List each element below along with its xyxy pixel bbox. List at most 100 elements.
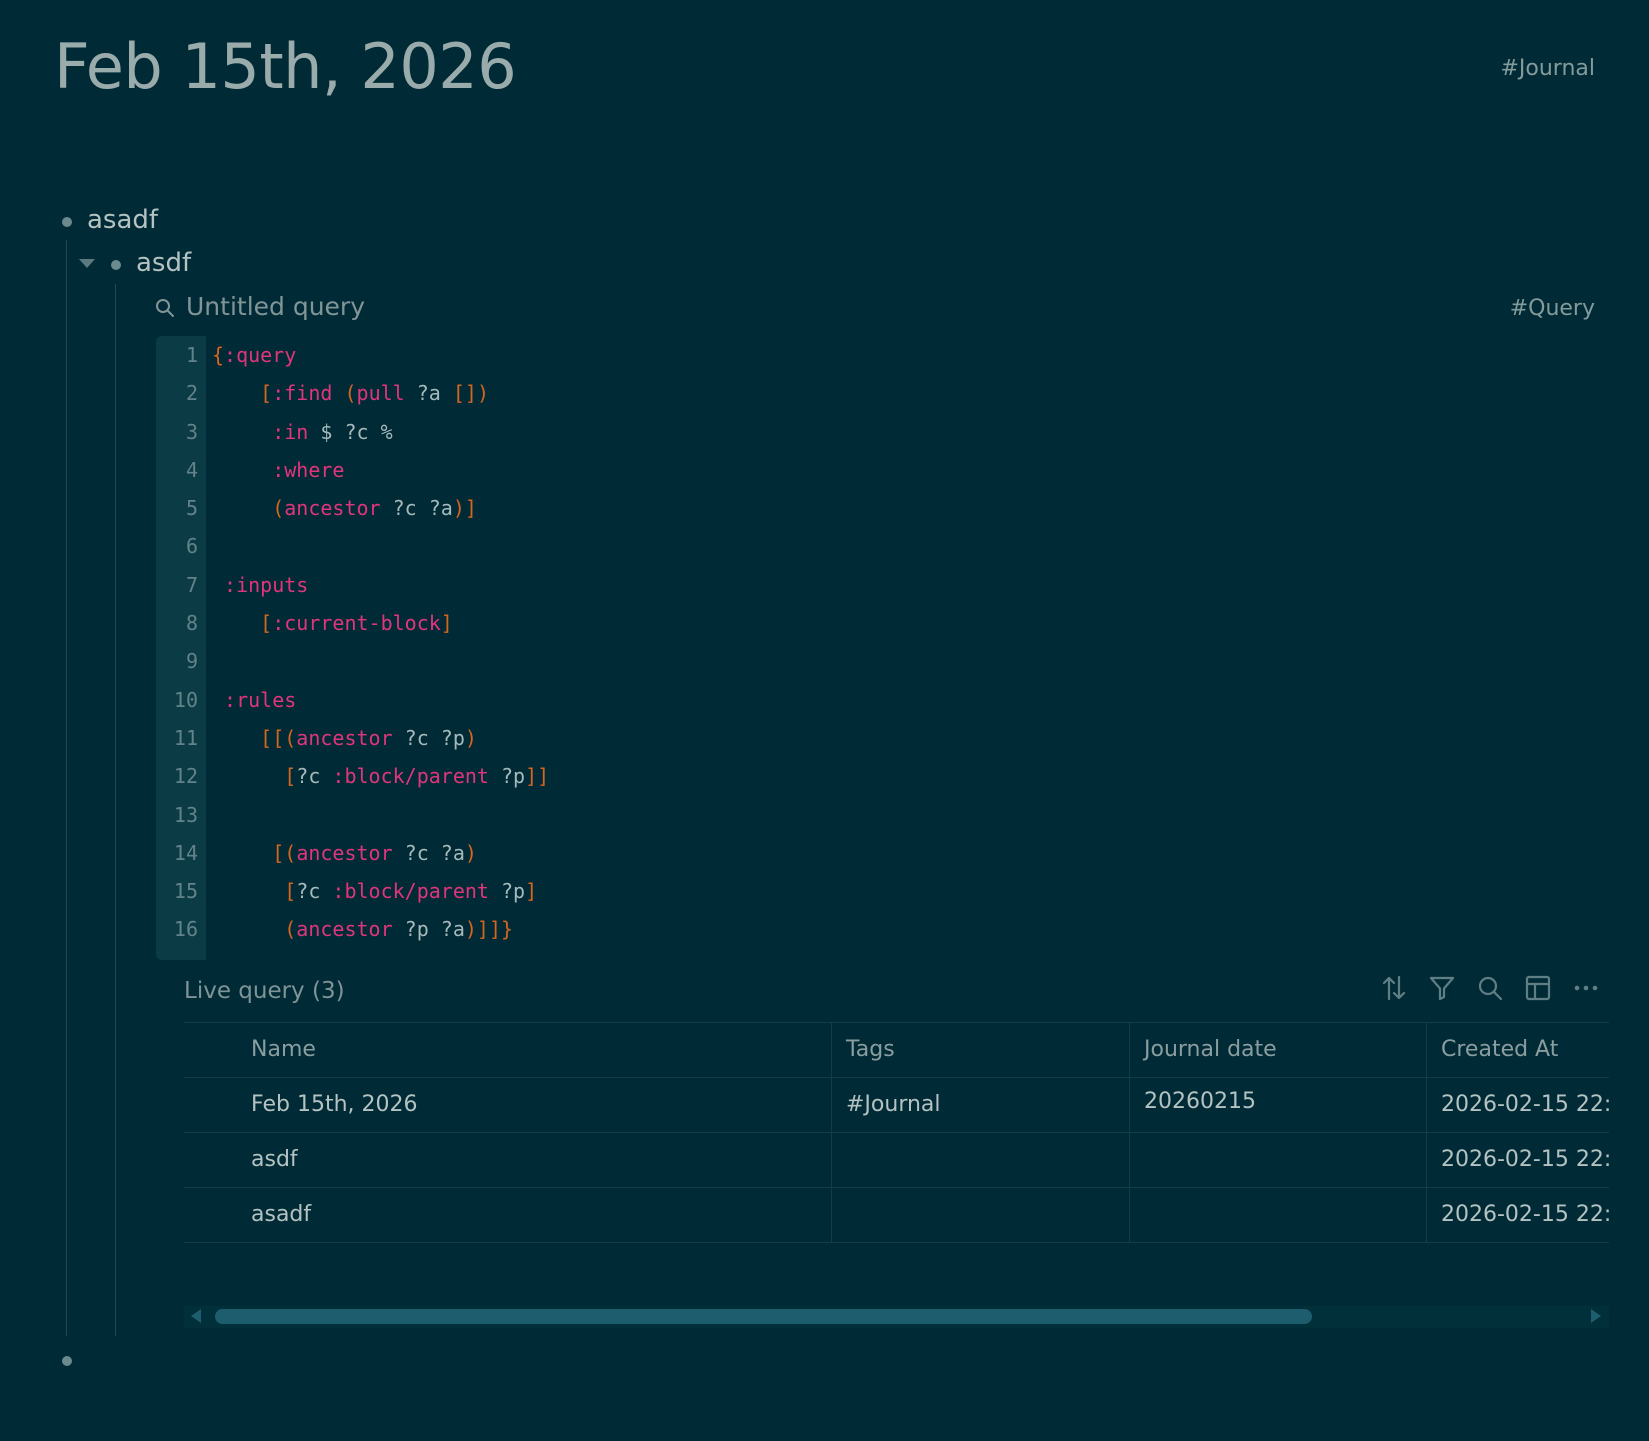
journal-tag[interactable]: #Journal xyxy=(1500,56,1595,81)
cell-created-at[interactable]: 2026-02-15 22: xyxy=(1426,1188,1609,1242)
column-header-journal-date[interactable]: Journal date xyxy=(1129,1023,1426,1077)
column-header-created-at[interactable]: Created At xyxy=(1426,1023,1609,1077)
cell-journal-date[interactable] xyxy=(1129,1188,1426,1242)
code-line[interactable]: 4 :where xyxy=(156,451,549,489)
code-token: )]]} xyxy=(464,917,514,942)
code-text: (ancestor ?p ?a)]]} xyxy=(198,910,513,948)
code-line[interactable]: 2 [:find (pull ?a []) xyxy=(156,374,549,412)
code-token: ?p xyxy=(488,764,526,789)
cell-journal-date[interactable] xyxy=(1129,1133,1426,1187)
line-number: 1 xyxy=(185,343,198,367)
code-line[interactable]: 3 :in $ ?c % xyxy=(156,413,549,451)
cell-created-at[interactable]: 2026-02-15 22: xyxy=(1426,1133,1609,1187)
code-line[interactable]: 8 [:current-block] xyxy=(156,604,549,642)
code-token: { xyxy=(212,343,225,367)
code-token: ] xyxy=(525,879,538,904)
line-number: 15 xyxy=(173,879,198,904)
code-line[interactable]: 7 :inputs xyxy=(156,566,549,604)
code-token: ( xyxy=(272,496,285,521)
query-code-editor[interactable]: 1 {:query 2 [:find (pull ?a []) 3 :in $ ?c … xyxy=(156,336,1606,960)
code-line[interactable]: 5 (ancestor ?c ?a)] xyxy=(156,489,549,527)
code-token: :current-block xyxy=(272,611,441,636)
line-number: 7 xyxy=(185,572,198,597)
table-view-icon[interactable] xyxy=(1525,975,1551,1001)
block-bullet[interactable] xyxy=(111,260,121,270)
code-text: :inputs xyxy=(198,566,308,604)
table-row[interactable]: Feb 15th, 2026 #Journal 20260215 2026-02… xyxy=(184,1077,1609,1132)
code-token: ?a xyxy=(404,381,453,406)
code-text: :in $ ?c % xyxy=(198,413,393,451)
code-line[interactable]: 11 [[(ancestor ?c ?p) xyxy=(156,719,549,757)
line-number: 14 xyxy=(173,840,198,865)
code-line[interactable]: 13 xyxy=(156,796,549,834)
code-token: [( xyxy=(272,840,297,865)
table-row[interactable]: asadf 2026-02-15 22: xyxy=(184,1187,1609,1243)
block-text[interactable]: asadf xyxy=(87,205,158,235)
code-line[interactable]: 15 [?c :block/parent ?p] xyxy=(156,872,549,910)
code-token: :in xyxy=(272,419,309,444)
code-text: [?c :block/parent ?p]] xyxy=(198,757,549,795)
code-text: [[(ancestor ?c ?p) xyxy=(198,719,477,757)
cell-tags[interactable] xyxy=(831,1188,1129,1242)
cell-created-at[interactable]: 2026-02-15 22: xyxy=(1426,1078,1609,1132)
more-icon[interactable] xyxy=(1573,975,1599,1001)
code-token: $ ?c % xyxy=(308,419,393,444)
code-text: [:find (pull ?a []) xyxy=(198,374,489,412)
code-line[interactable]: 12 [?c :block/parent ?p]] xyxy=(156,757,549,795)
cell-name[interactable]: asadf xyxy=(184,1188,831,1242)
code-token: ) xyxy=(464,725,477,750)
block-text[interactable]: asdf xyxy=(136,248,191,278)
scroll-right-arrow-icon[interactable] xyxy=(1591,1309,1601,1323)
query-tag[interactable]: #Query xyxy=(1510,296,1595,321)
collapse-caret-icon[interactable] xyxy=(79,259,95,268)
code-token: [ xyxy=(284,879,297,904)
query-results-table: Name Tags Journal date Created At Feb 15… xyxy=(184,1022,1609,1243)
sort-icon[interactable] xyxy=(1381,974,1407,1002)
page-title[interactable]: Feb 15th, 2026 xyxy=(54,30,517,103)
code-text: :where xyxy=(198,451,344,489)
cell-journal-date[interactable]: 20260215 xyxy=(1129,1078,1426,1132)
column-header-name[interactable]: Name xyxy=(184,1023,831,1077)
query-toolbar xyxy=(1381,974,1599,1002)
code-token: :query xyxy=(224,343,297,367)
line-number: 6 xyxy=(185,534,198,559)
search-icon xyxy=(155,298,175,322)
empty-block-bullet[interactable] xyxy=(62,1356,72,1366)
scrollbar-thumb[interactable] xyxy=(215,1309,1312,1324)
block-bullet[interactable] xyxy=(62,217,72,227)
code-line[interactable]: 6 xyxy=(156,527,549,565)
code-line[interactable]: 16 (ancestor ?p ?a)]]} xyxy=(156,910,549,948)
code-token: pull xyxy=(356,381,405,406)
code-line[interactable]: 9 xyxy=(156,642,549,680)
code-line[interactable]: 14 [(ancestor ?c ?a) xyxy=(156,834,549,872)
code-line[interactable]: 10 :rules xyxy=(156,681,549,719)
filter-icon[interactable] xyxy=(1429,975,1455,1001)
column-header-tags[interactable]: Tags xyxy=(831,1023,1129,1077)
line-number: 16 xyxy=(173,917,198,942)
cell-name[interactable]: asdf xyxy=(184,1133,831,1187)
cell-tags[interactable]: #Journal xyxy=(831,1078,1129,1132)
code-token: ?c xyxy=(296,879,333,904)
code-token: [ xyxy=(260,611,273,636)
search-icon[interactable] xyxy=(1477,975,1503,1001)
code-token: )] xyxy=(452,496,477,521)
cell-tags[interactable] xyxy=(831,1133,1129,1187)
cell-name[interactable]: Feb 15th, 2026 xyxy=(184,1078,831,1132)
table-row[interactable]: asdf 2026-02-15 22: xyxy=(184,1132,1609,1187)
scroll-left-arrow-icon[interactable] xyxy=(191,1309,201,1323)
query-title[interactable]: Untitled query xyxy=(186,292,365,321)
code-line[interactable]: 1 {:query xyxy=(156,336,549,374)
